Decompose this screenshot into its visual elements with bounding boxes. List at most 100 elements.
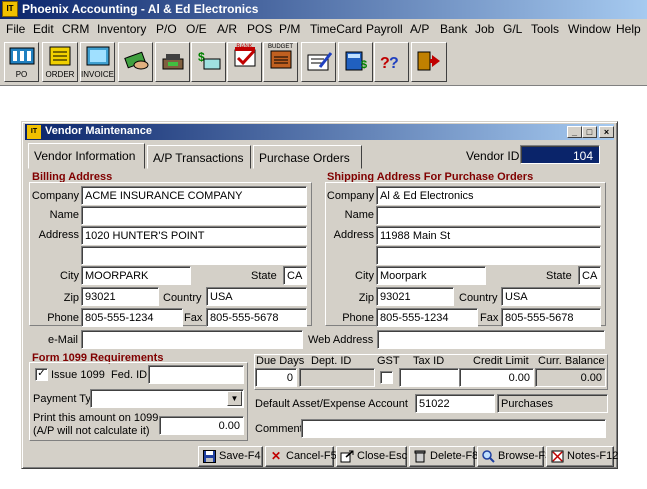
journal-button[interactable] <box>301 42 336 82</box>
close-window-button[interactable]: × <box>599 126 614 138</box>
menu-bank[interactable]: Bank <box>440 22 467 36</box>
dollar-check-icon: $ <box>198 51 221 70</box>
maximize-button[interactable]: □ <box>582 126 597 138</box>
billing-address-line1-field[interactable]: 1020 HUNTER'S POINT <box>81 226 307 245</box>
notes-button[interactable]: Notes-F12 <box>546 446 618 467</box>
credit-limit-field[interactable]: 0.00 <box>459 368 534 387</box>
payment-button[interactable] <box>118 42 153 82</box>
budget-label: BUDGET <box>267 44 293 50</box>
minimize-button[interactable]: _ <box>567 126 582 138</box>
bank-button[interactable]: BANK <box>227 42 262 82</box>
menu-crm[interactable]: CRM <box>62 22 89 36</box>
issue-1099-checkbox[interactable]: ✓ <box>35 368 48 381</box>
app-title-bar: IT Phoenix Accounting - Al & Ed Electron… <box>0 0 647 19</box>
billing-phone-field[interactable]: 805-555-1234 <box>81 308 183 327</box>
shipping-address-line2-field[interactable] <box>376 246 601 265</box>
billing-state-field[interactable]: CA <box>283 266 307 285</box>
shipping-zip-field[interactable]: 93021 <box>376 287 454 306</box>
calculator-button[interactable]: $ <box>338 42 373 82</box>
trash-can-icon <box>413 450 427 463</box>
po-button[interactable]: PO <box>4 42 39 82</box>
save-label: Save-F4 <box>219 450 261 462</box>
menu-oe[interactable]: O/E <box>186 22 207 36</box>
shipping-phone-field[interactable]: 805-555-1234 <box>376 308 478 327</box>
menu-pos[interactable]: POS <box>247 22 272 36</box>
billing-name-field[interactable] <box>81 206 307 225</box>
menu-inventory[interactable]: Inventory <box>97 22 146 36</box>
shipping-country-field[interactable]: USA <box>501 287 601 306</box>
shipping-address-label: Address <box>333 229 374 241</box>
menu-help[interactable]: Help <box>616 22 641 36</box>
cash-register-button[interactable] <box>155 42 190 82</box>
billing-phone-label: Phone <box>47 312 79 324</box>
dept-id-field[interactable] <box>299 368 375 387</box>
shipping-phone-label: Phone <box>342 312 374 324</box>
due-days-header: Due Days <box>256 355 305 367</box>
svg-text:$: $ <box>361 59 367 71</box>
shipping-address-line1-field[interactable]: 11988 Main St <box>376 226 601 245</box>
menu-edit[interactable]: Edit <box>33 22 54 36</box>
close-button[interactable]: Close-Esc <box>336 446 407 467</box>
menu-gl[interactable]: G/L <box>503 22 522 36</box>
menu-timecard[interactable]: TimeCard <box>310 22 362 36</box>
fed-id-field[interactable] <box>148 365 244 384</box>
dropdown-arrow-icon[interactable]: ▼ <box>227 391 242 406</box>
shipping-company-field[interactable]: Al & Ed Electronics <box>376 186 601 205</box>
billing-city-field[interactable]: MOORPARK <box>81 266 191 285</box>
save-button[interactable]: Save-F4 <box>198 446 263 467</box>
vendor-id-field[interactable]: 104 <box>520 145 600 164</box>
billing-company-field[interactable]: ACME INSURANCE COMPANY <box>81 186 307 205</box>
billing-fax-label: Fax <box>184 312 203 324</box>
shipping-city-label: City <box>355 270 374 282</box>
menu-bar: File Edit CRM Inventory P/O O/E A/R POS … <box>0 19 647 39</box>
gst-checkbox[interactable] <box>380 371 393 384</box>
menu-ap[interactable]: A/P <box>410 22 429 36</box>
shipping-city-field[interactable]: Moorpark <box>376 266 486 285</box>
billing-fax-field[interactable]: 805-555-5678 <box>206 308 307 327</box>
tab-purchase-orders[interactable]: Purchase Orders <box>253 145 362 169</box>
help-button[interactable]: ?? <box>374 42 409 82</box>
comment-label: Comment <box>255 423 303 435</box>
menu-window[interactable]: Window <box>568 22 611 36</box>
app-title: Phoenix Accounting - Al & Ed Electronics <box>22 2 259 16</box>
window-title: Vendor Maintenance <box>45 125 152 137</box>
fed-id-label: Fed. ID <box>111 369 148 381</box>
check-button[interactable]: $ <box>191 42 226 82</box>
menu-pm[interactable]: P/M <box>279 22 300 36</box>
invoice-button[interactable]: INVOICE <box>80 42 115 82</box>
menu-file[interactable]: File <box>6 22 25 36</box>
exit-button[interactable] <box>411 42 447 82</box>
billing-country-field[interactable]: USA <box>206 287 307 306</box>
budget-button[interactable]: BUDGET <box>263 42 298 82</box>
default-account-field[interactable]: 51022 <box>415 394 495 413</box>
tab-vendor-information[interactable]: Vendor Information <box>28 143 145 169</box>
menu-ar[interactable]: A/R <box>217 22 237 36</box>
shipping-name-label: Name <box>344 209 374 221</box>
shipping-name-field[interactable] <box>376 206 601 225</box>
tab-ap-transactions[interactable]: A/P Transactions <box>147 145 251 169</box>
comment-field[interactable] <box>301 419 606 438</box>
due-days-field[interactable]: 0 <box>255 368 297 387</box>
print-amount-field[interactable]: 0.00 <box>159 416 244 435</box>
billing-zip-field[interactable]: 93021 <box>81 287 159 306</box>
cancel-button[interactable]: ✕ Cancel-F5 <box>265 446 337 467</box>
billing-zip-label: Zip <box>63 292 79 304</box>
window-title-bar[interactable]: IT Vendor Maintenance _ □ × <box>25 124 614 140</box>
order-button[interactable]: ORDER <box>42 42 78 82</box>
billing-city-label: City <box>60 270 79 282</box>
menu-po[interactable]: P/O <box>156 22 177 36</box>
tax-id-field[interactable] <box>399 368 459 387</box>
shipping-state-field[interactable]: CA <box>578 266 601 285</box>
menu-payroll[interactable]: Payroll <box>366 22 403 36</box>
billing-address-line2-field[interactable] <box>81 246 307 265</box>
delete-button[interactable]: Delete-F8 <box>409 446 478 467</box>
svg-text:?: ? <box>389 55 399 71</box>
shipping-fax-field[interactable]: 805-555-5678 <box>501 308 601 327</box>
web-address-field[interactable] <box>377 330 605 349</box>
menu-tools[interactable]: Tools <box>531 22 559 36</box>
menu-job[interactable]: Job <box>475 22 494 36</box>
email-label: e-Mail <box>48 334 78 346</box>
payment-type-dropdown[interactable]: ▼ <box>90 389 244 408</box>
browse-button[interactable]: Browse-F3 <box>477 446 551 467</box>
email-field[interactable] <box>81 330 303 349</box>
